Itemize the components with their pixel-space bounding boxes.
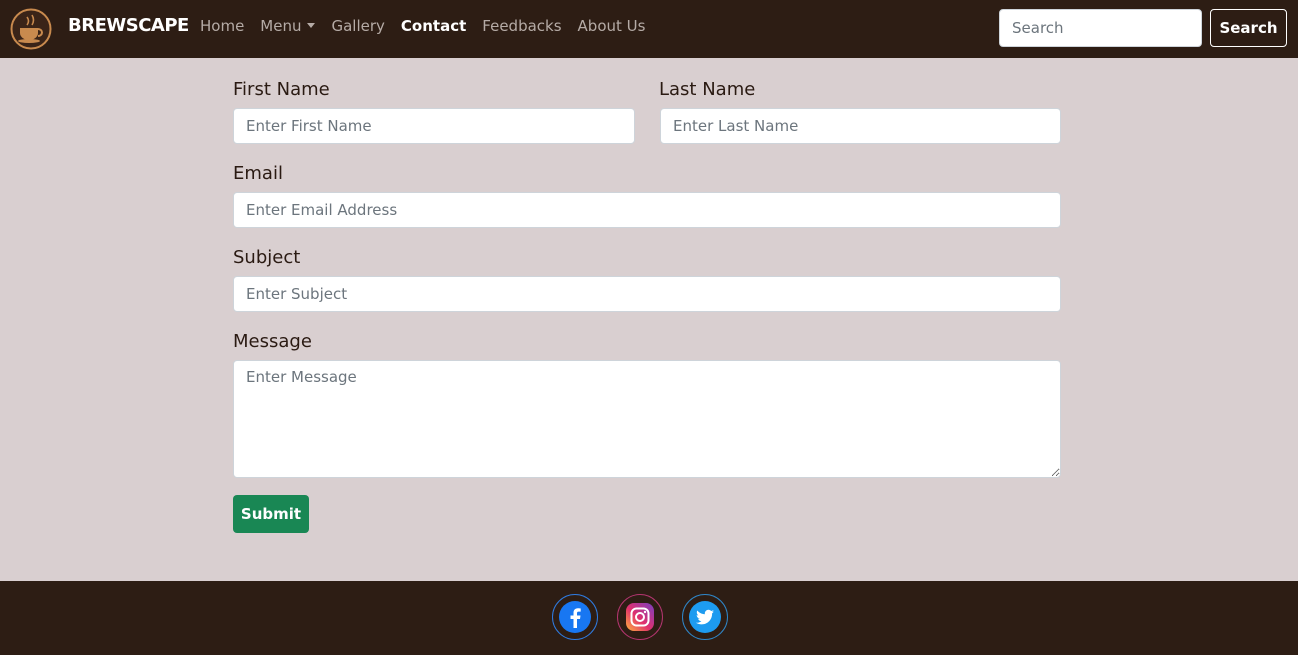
nav-links: Home Menu Gallery Contact Feedbacks Abou… bbox=[200, 17, 661, 35]
facebook-icon[interactable] bbox=[552, 594, 598, 640]
twitter-icon[interactable] bbox=[682, 594, 728, 640]
nav-menu-dropdown[interactable]: Menu bbox=[260, 17, 316, 35]
subject-label: Subject bbox=[233, 247, 301, 268]
nav-about[interactable]: About Us bbox=[578, 17, 646, 35]
subject-field[interactable] bbox=[233, 276, 1061, 312]
coffee-cup-logo-icon[interactable] bbox=[10, 8, 52, 50]
email-field[interactable] bbox=[233, 192, 1061, 228]
first-name-label: First Name bbox=[233, 79, 330, 100]
message-textarea[interactable] bbox=[233, 360, 1061, 478]
nav-home[interactable]: Home bbox=[200, 17, 244, 35]
footer bbox=[0, 581, 1298, 655]
submit-button[interactable]: Submit bbox=[233, 495, 309, 533]
instagram-icon[interactable] bbox=[617, 594, 663, 640]
last-name-label: Last Name bbox=[659, 79, 756, 100]
nav-contact[interactable]: Contact bbox=[401, 17, 466, 35]
navbar: BREWSCAPE Home Menu Gallery Contact Feed… bbox=[0, 0, 1298, 58]
message-label: Message bbox=[233, 331, 312, 352]
last-name-field[interactable] bbox=[660, 108, 1061, 144]
email-label: Email bbox=[233, 163, 283, 184]
nav-feedbacks[interactable]: Feedbacks bbox=[482, 17, 561, 35]
caret-down-icon bbox=[307, 23, 316, 28]
first-name-field[interactable] bbox=[233, 108, 635, 144]
nav-gallery[interactable]: Gallery bbox=[331, 17, 384, 35]
brand-name[interactable]: BREWSCAPE bbox=[68, 15, 189, 36]
search-button[interactable]: Search bbox=[1210, 9, 1287, 47]
search-input[interactable] bbox=[999, 9, 1202, 47]
contact-form-section: First Name Last Name Email Subject Messa… bbox=[0, 58, 1298, 581]
nav-menu-label: Menu bbox=[260, 17, 302, 35]
